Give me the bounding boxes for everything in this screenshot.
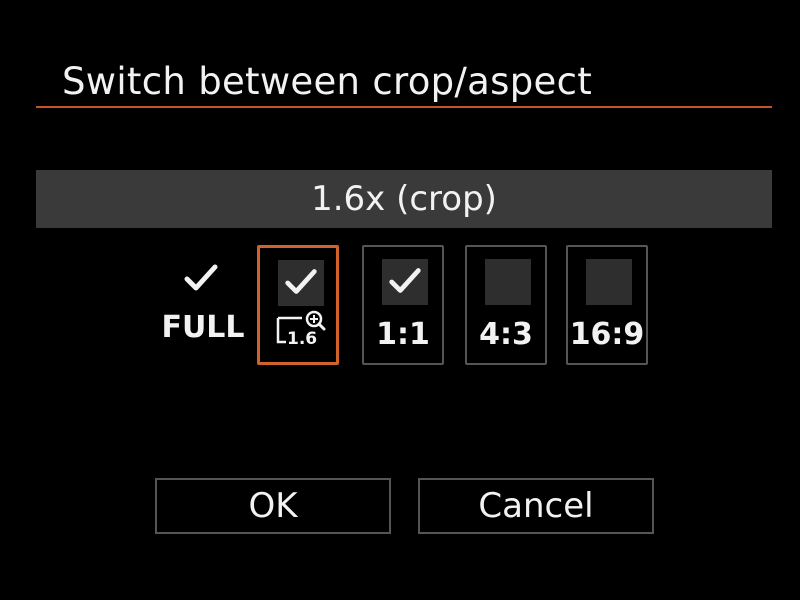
dialog-title: Switch between crop/aspect bbox=[62, 60, 593, 103]
option-aspect-16-9[interactable]: 16:9 bbox=[566, 245, 648, 365]
ok-button[interactable]: OK bbox=[155, 478, 391, 534]
option-full-label: FULL bbox=[161, 310, 245, 345]
option-checkbox bbox=[278, 260, 324, 306]
check-icon bbox=[282, 264, 320, 304]
ok-button-label: OK bbox=[248, 486, 298, 526]
option-checkbox bbox=[586, 259, 632, 305]
option-aspect-4-3-label: 4:3 bbox=[479, 317, 533, 352]
option-crop-1-6[interactable]: 1.6 bbox=[257, 245, 339, 365]
option-aspect-16-9-label: 16:9 bbox=[569, 317, 645, 352]
option-aspect-4-3[interactable]: 4:3 bbox=[465, 245, 547, 365]
crop-zoom-icon: 1.6 bbox=[274, 310, 330, 354]
check-icon bbox=[181, 260, 221, 300]
title-divider bbox=[36, 106, 772, 108]
cancel-button[interactable]: Cancel bbox=[418, 478, 654, 534]
option-full[interactable]: FULL bbox=[158, 250, 248, 368]
current-mode-label: 1.6x (crop) bbox=[311, 179, 497, 219]
option-aspect-1-1[interactable]: 1:1 bbox=[362, 245, 444, 365]
check-icon bbox=[386, 263, 424, 303]
crop-factor-label: 1.6 bbox=[287, 329, 317, 349]
option-checkbox bbox=[485, 259, 531, 305]
option-aspect-1-1-label: 1:1 bbox=[376, 317, 430, 352]
current-mode-bar: 1.6x (crop) bbox=[36, 170, 772, 228]
cancel-button-label: Cancel bbox=[478, 486, 594, 526]
option-checkbox bbox=[382, 259, 428, 305]
